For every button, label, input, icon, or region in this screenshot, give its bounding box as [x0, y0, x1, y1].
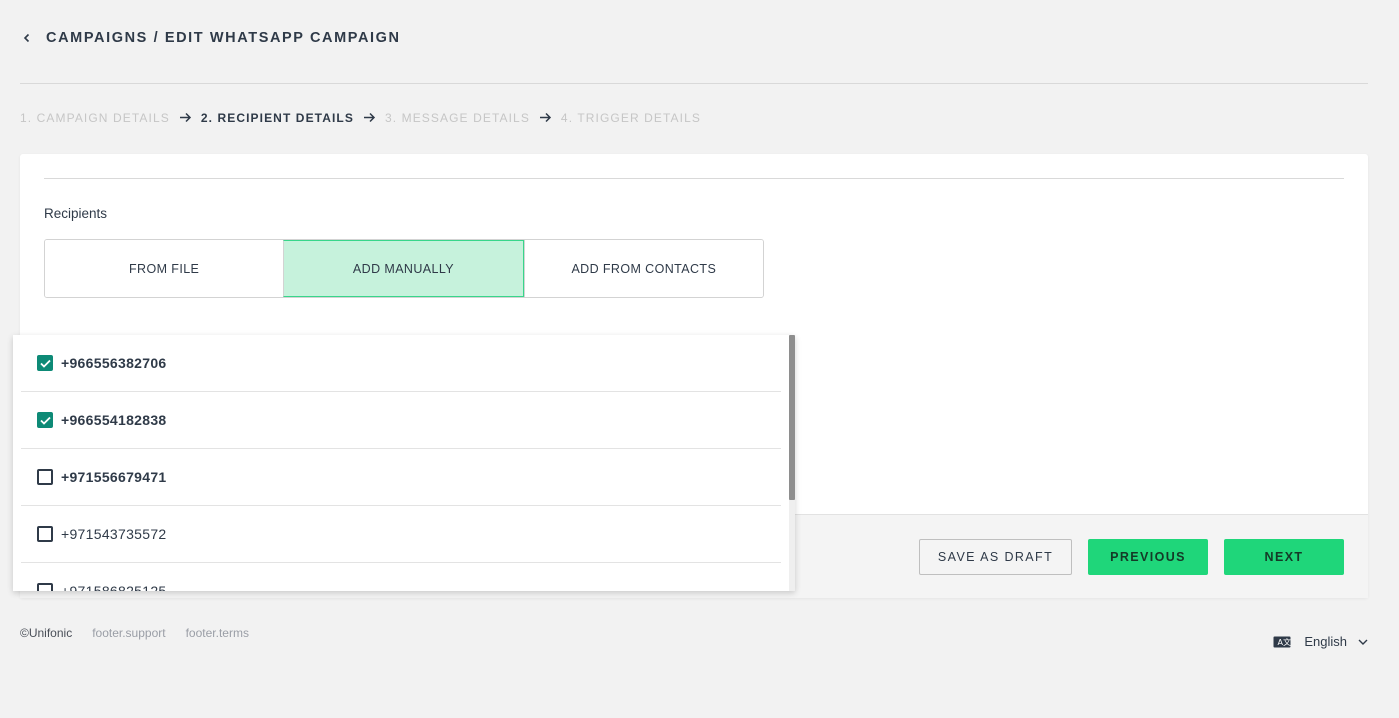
svg-text:文: 文: [1283, 637, 1291, 647]
recipient-source-selector: FROM FILE ADD MANUALLY ADD FROM CONTACTS: [44, 239, 764, 298]
arrow-right-icon: [362, 110, 377, 125]
list-item[interactable]: +971543735572: [21, 506, 781, 563]
previous-button[interactable]: PREVIOUS: [1088, 539, 1208, 575]
checkbox-unchecked[interactable]: [37, 469, 53, 485]
support-link[interactable]: footer.support: [92, 626, 165, 640]
translate-icon: A 文: [1273, 636, 1291, 648]
list-item[interactable]: +966556382706: [21, 335, 781, 392]
header-divider: [20, 83, 1368, 84]
checkbox-checked[interactable]: [37, 355, 53, 371]
list-item[interactable]: +966554182838: [21, 392, 781, 449]
arrow-right-icon: [538, 110, 553, 125]
checkmark-icon: [39, 359, 51, 368]
save-draft-button[interactable]: SAVE AS DRAFT: [919, 539, 1072, 575]
terms-link[interactable]: footer.terms: [186, 626, 249, 640]
arrow-right-icon: [178, 110, 193, 125]
phone-number: +971543735572: [61, 526, 167, 542]
language-selector[interactable]: A 文 English: [1273, 634, 1369, 649]
tab-add-from-contacts[interactable]: ADD FROM CONTACTS: [523, 240, 763, 297]
step-recipient-details[interactable]: 2. RECIPIENT DETAILS: [201, 111, 354, 125]
list-item[interactable]: +971586825125: [21, 563, 781, 591]
phone-number: +966556382706: [61, 355, 167, 371]
tab-from-file[interactable]: FROM FILE: [45, 240, 284, 297]
step-trigger-details[interactable]: 4. TRIGGER DETAILS: [561, 111, 701, 125]
phone-number: +971556679471: [61, 469, 167, 485]
list-item[interactable]: +971556679471: [21, 449, 781, 506]
phone-number: +971586825125: [61, 583, 167, 591]
checkbox-checked[interactable]: [37, 412, 53, 428]
language-label: English: [1304, 634, 1347, 649]
checkbox-unchecked[interactable]: [37, 526, 53, 542]
page-footer: ©Unifonic footer.support footer.terms: [20, 626, 269, 640]
checkbox-unchecked[interactable]: [37, 583, 53, 591]
stepper: 1. CAMPAIGN DETAILS 2. RECIPIENT DETAILS…: [20, 110, 701, 125]
recipients-label: Recipients: [44, 206, 108, 221]
page-header: CAMPAIGNS / EDIT WHATSAPP CAMPAIGN: [20, 26, 401, 50]
scrollbar-thumb[interactable]: [789, 335, 795, 500]
chevron-down-icon: [1357, 636, 1369, 648]
chevron-left-icon[interactable]: [20, 31, 34, 45]
next-button[interactable]: NEXT: [1224, 539, 1344, 575]
phone-number: +966554182838: [61, 412, 167, 428]
breadcrumb: CAMPAIGNS / EDIT WHATSAPP CAMPAIGN: [46, 30, 401, 46]
recipient-dropdown: +966556382706 +966554182838 +97155667947…: [13, 335, 795, 591]
step-message-details[interactable]: 3. MESSAGE DETAILS: [385, 111, 530, 125]
checkmark-icon: [39, 416, 51, 425]
step-campaign-details[interactable]: 1. CAMPAIGN DETAILS: [20, 111, 170, 125]
card-divider: [44, 178, 1344, 179]
tab-add-manually[interactable]: ADD MANUALLY: [283, 240, 524, 297]
copyright: ©Unifonic: [20, 626, 73, 640]
